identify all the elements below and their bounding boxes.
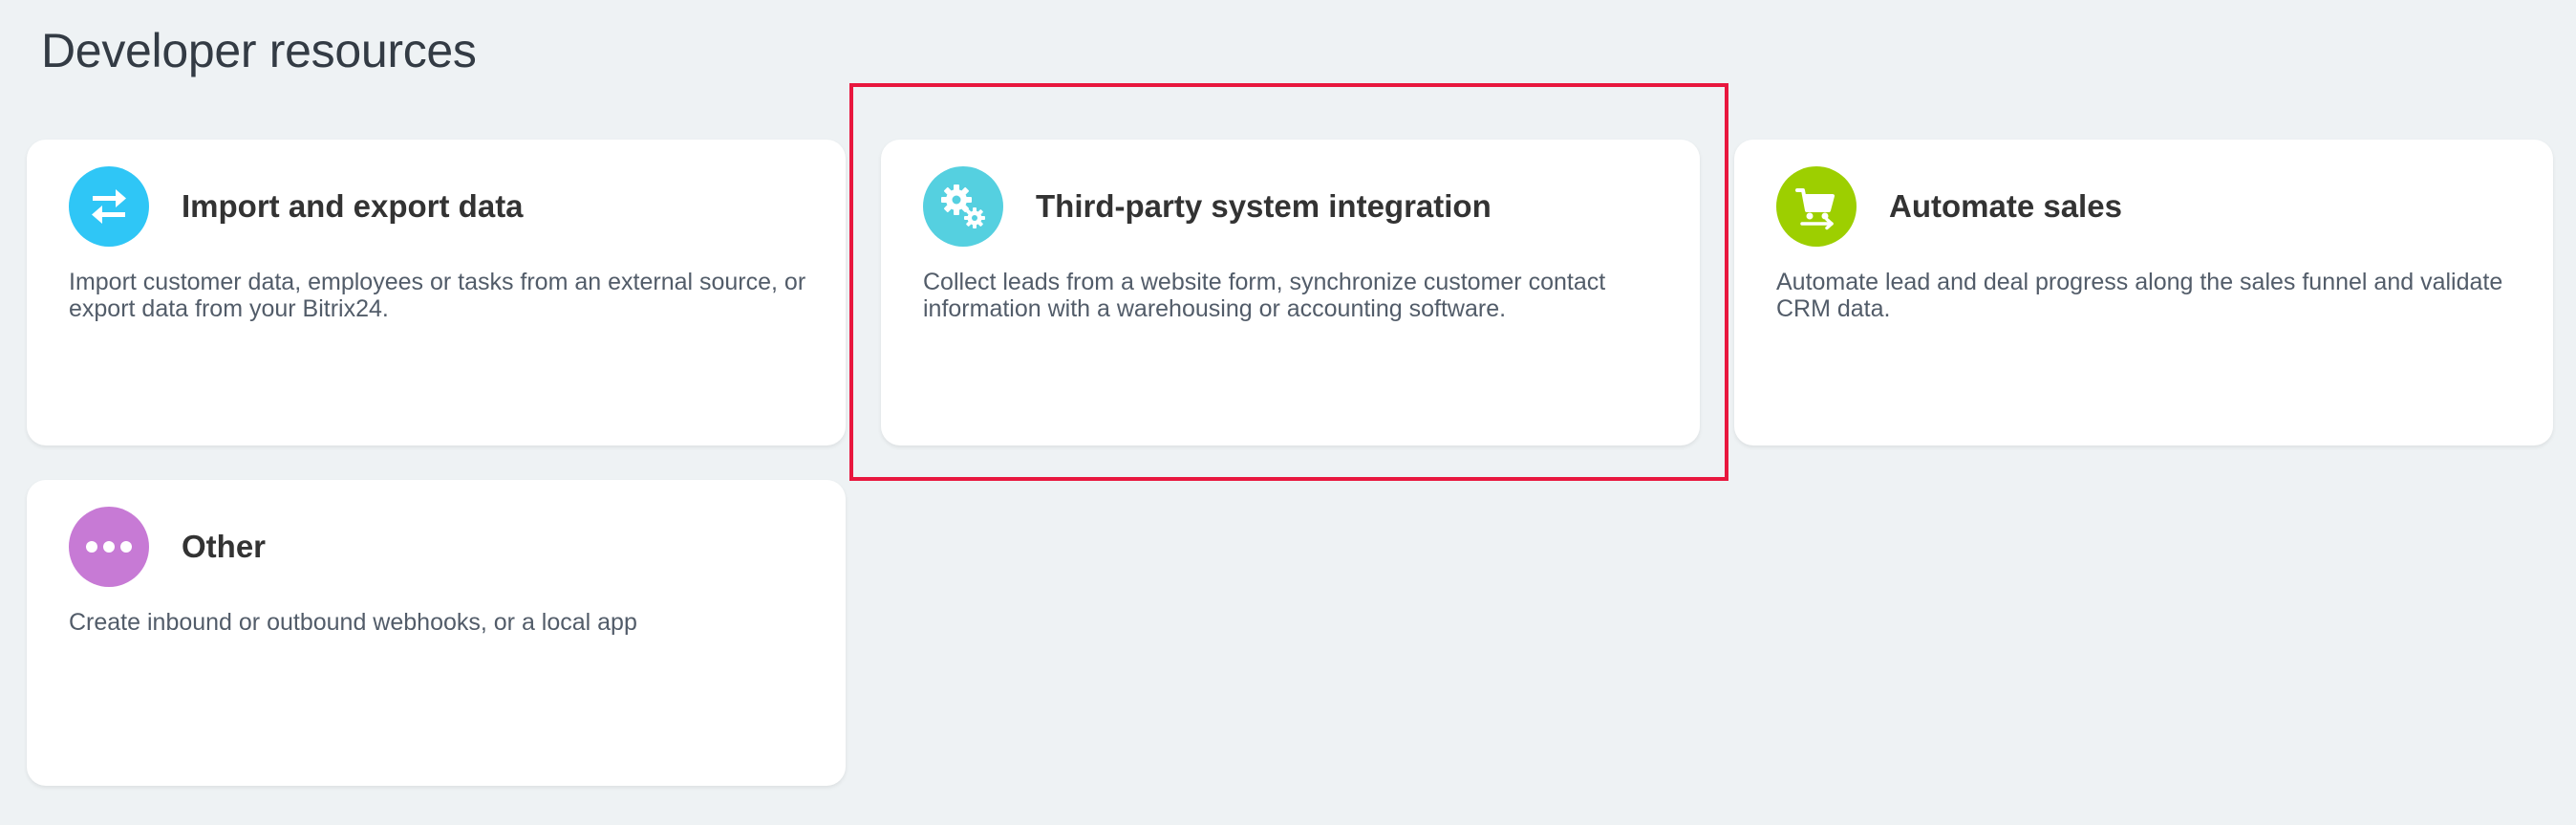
card-title: Import and export data (182, 188, 524, 224)
card-title: Automate sales (1889, 188, 2122, 224)
cart-icon (1776, 166, 1857, 247)
card-automate-sales[interactable]: Automate sales Automate lead and deal pr… (1734, 140, 2553, 445)
card-description: Collect leads from a website form, synch… (923, 269, 1606, 322)
gears-icon (923, 166, 1003, 247)
card-title: Third-party system integration (1036, 188, 1492, 224)
card-other[interactable]: Other Create inbound or outbound webhook… (27, 480, 846, 786)
card-description: Import customer data, employees or tasks… (69, 269, 806, 322)
card-third-party-integration[interactable]: Third-party system integration Collect l… (881, 140, 1700, 445)
page-title: Developer resources (41, 24, 477, 77)
card-description: Create inbound or outbound webhooks, or … (69, 609, 637, 636)
card-description: Automate lead and deal progress along th… (1776, 269, 2503, 322)
more-dots-icon (69, 507, 149, 587)
card-title: Other (182, 529, 267, 564)
arrows-exchange-icon (69, 166, 149, 247)
card-import-export[interactable]: Import and export data Import customer d… (27, 140, 846, 445)
